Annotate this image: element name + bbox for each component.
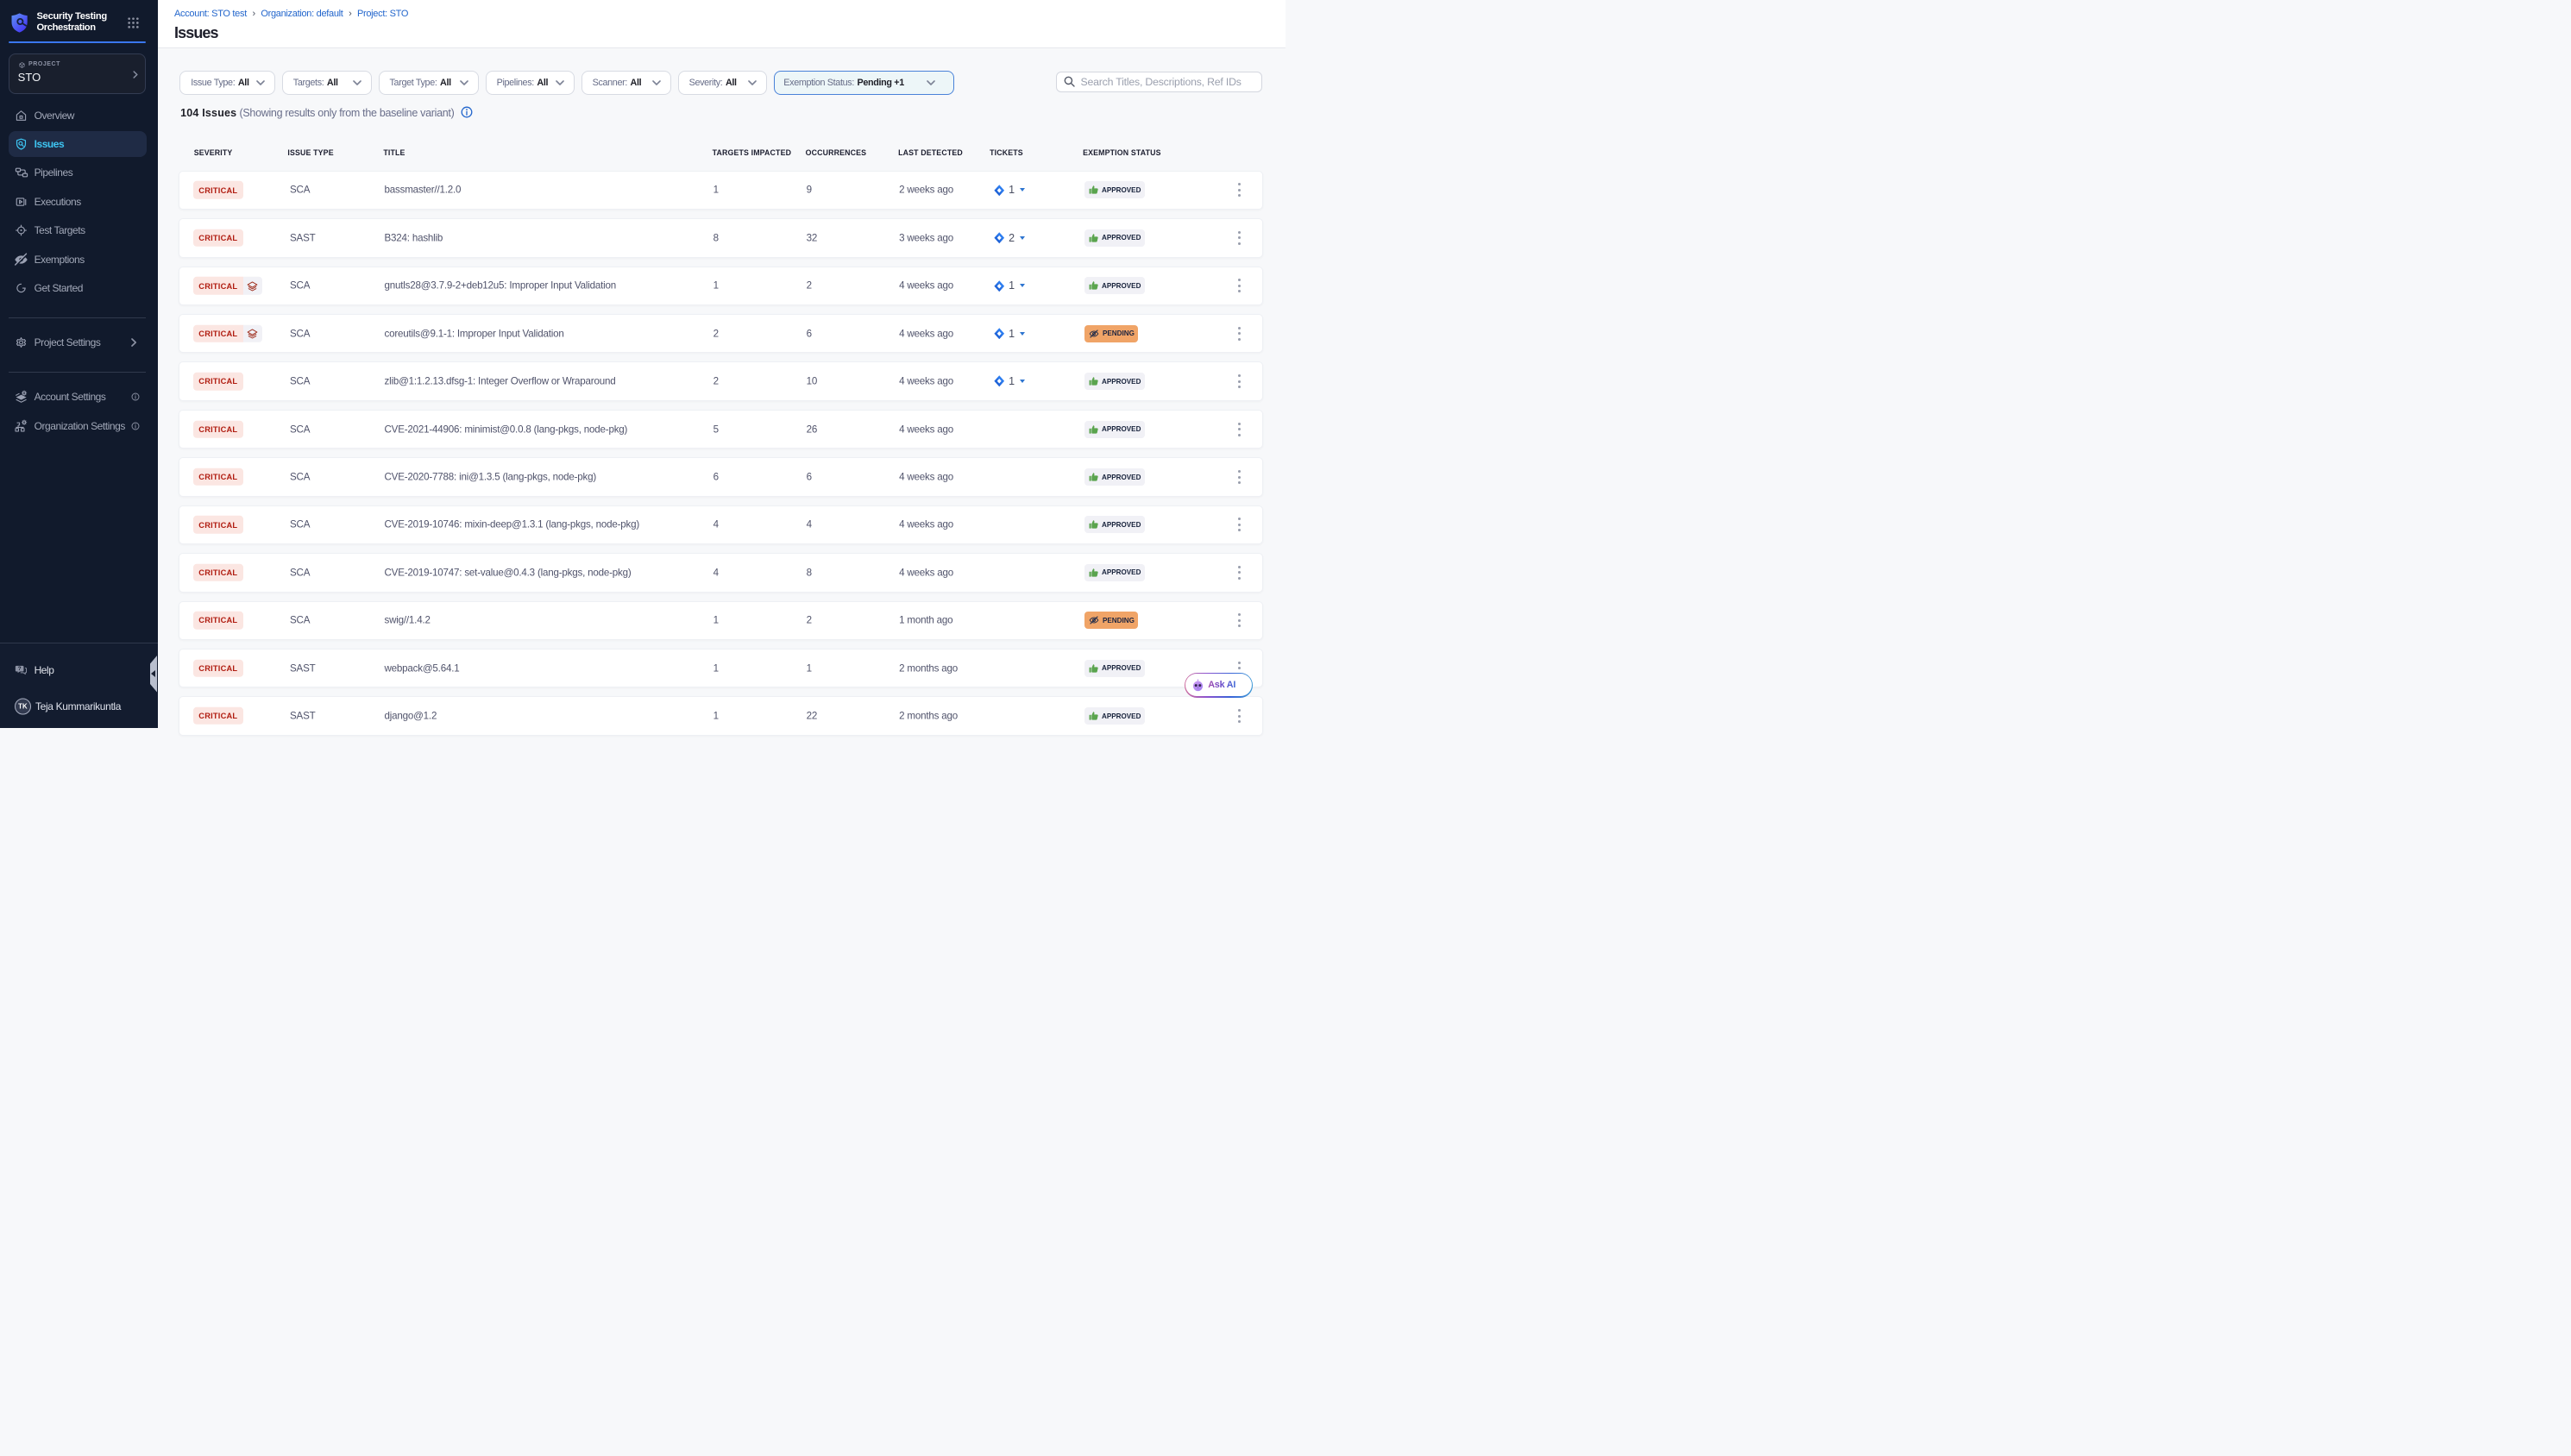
svg-text:?: ? — [17, 666, 21, 672]
